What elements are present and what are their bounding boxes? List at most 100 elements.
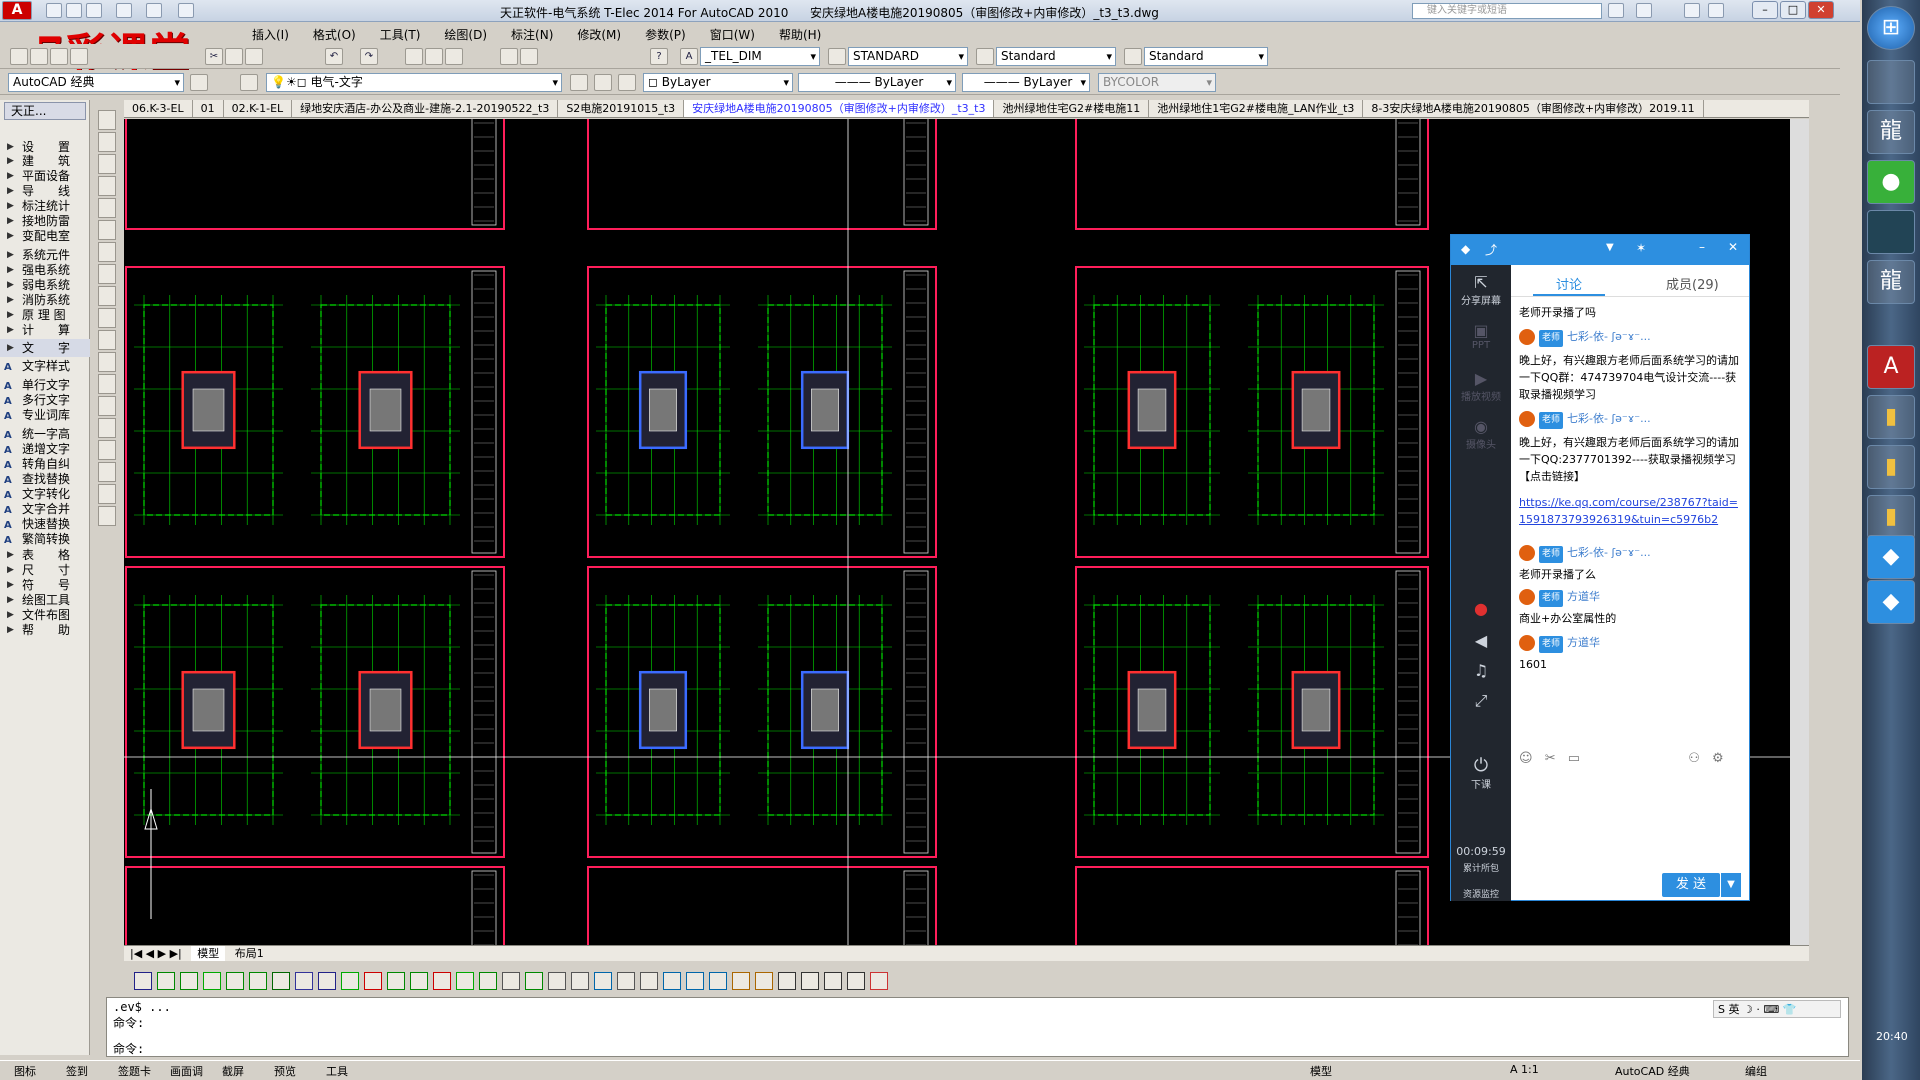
status-item[interactable]: 画面调 — [170, 1063, 203, 1079]
tangent-tool-icon[interactable] — [755, 972, 773, 990]
menu-parameters[interactable]: 参数(P) — [633, 23, 698, 46]
taskbar-app-1-icon[interactable] — [1867, 60, 1915, 104]
menu-help[interactable]: 帮助(H) — [767, 23, 833, 46]
status-item[interactable]: 工具 — [326, 1063, 348, 1079]
infocenter-icon[interactable] — [1636, 3, 1652, 18]
wechat-icon[interactable]: ● — [1867, 160, 1915, 204]
settings-icon[interactable]: ⚙ — [1712, 751, 1724, 766]
color-select[interactable]: ◻ ByLayer — [643, 73, 793, 92]
fullscreen-icon[interactable]: ⤢ — [1451, 691, 1511, 711]
tangent-tool-icon[interactable] — [778, 972, 796, 990]
sidebar-item-substation[interactable]: ▶ 变配电室 — [0, 227, 90, 245]
layer-select[interactable]: 💡☀◻ 电气-文字 — [266, 73, 562, 92]
camera-button[interactable]: ◉ 摄像头 — [1451, 417, 1511, 451]
doc-tab[interactable]: 8-3安庆绿地A楼电施20190805（审图修改+内审修改）2019.11 — [1363, 100, 1704, 117]
draw-block-icon[interactable] — [98, 374, 116, 394]
app-menu-icon[interactable]: A — [2, 1, 32, 20]
folder-icon-3[interactable]: ▮ — [1867, 495, 1915, 539]
draw-revcloud-icon[interactable] — [98, 264, 116, 284]
user-nickname[interactable]: 七彩-依- ʃə⁻ɤ⁻... — [1567, 412, 1651, 425]
tool-save-icon[interactable] — [50, 48, 68, 65]
tangent-tool-icon[interactable] — [134, 972, 152, 990]
draw-point-icon[interactable] — [98, 396, 116, 416]
scissors-icon[interactable]: ✂ — [1545, 751, 1556, 766]
chat-share-icon[interactable]: ⤴ — [1485, 241, 1497, 258]
menu-dimension[interactable]: 标注(N) — [499, 23, 565, 46]
end-class-button[interactable]: ⏻ 下课 — [1451, 755, 1511, 791]
tool-zoom-window-icon[interactable] — [445, 48, 463, 65]
tangent-tool-icon[interactable] — [180, 972, 198, 990]
menu-tools[interactable]: 工具(T) — [368, 23, 433, 46]
sidebar-item-dictionary[interactable]: A 专业词库 — [0, 406, 90, 424]
send-options-icon[interactable]: ▼ — [1721, 873, 1741, 897]
tangent-tool-icon[interactable] — [157, 972, 175, 990]
layer-state-icon[interactable] — [594, 74, 612, 91]
tangent-tool-icon[interactable] — [295, 972, 313, 990]
layout-nav-icon[interactable]: |◀ ◀ ▶ ▶| — [124, 946, 188, 961]
user-avatar[interactable] — [1519, 329, 1535, 345]
binoculars-icon[interactable] — [1608, 3, 1624, 18]
draw-ellipse-arc-icon[interactable] — [98, 330, 116, 350]
status-item[interactable]: 预览 — [274, 1063, 296, 1079]
linetype-select[interactable]: ——— ByLayer — [798, 73, 956, 92]
menu-insert[interactable]: 插入(I) — [240, 23, 301, 46]
tangent-tool-icon[interactable] — [801, 972, 819, 990]
tab-discussion[interactable]: 讨论 — [1556, 274, 1582, 293]
tangent-tool-icon[interactable] — [226, 972, 244, 990]
course-link[interactable]: https://ke.qq.com/course/238767?taid=159… — [1519, 496, 1738, 526]
table-style-select[interactable]: Standard — [996, 47, 1116, 66]
autocad-icon[interactable]: A — [1867, 345, 1915, 389]
text-style-icon[interactable]: A — [680, 48, 698, 65]
tool-cut-icon[interactable]: ✂ — [205, 48, 223, 65]
tool-help-icon[interactable]: ? — [650, 48, 668, 65]
chat-minimize-button[interactable]: – — [1699, 240, 1705, 254]
workspace-select[interactable]: AutoCAD 经典 — [8, 73, 184, 92]
minimize-button[interactable]: – — [1752, 1, 1778, 19]
draw-arc-icon[interactable] — [98, 220, 116, 240]
draw-mtext-icon[interactable] — [98, 506, 116, 526]
text-style-select[interactable]: STANDARD — [848, 47, 968, 66]
user-nickname[interactable]: 七彩-依- ʃə⁻ɤ⁻... — [1567, 546, 1651, 559]
doc-tab[interactable]: S2电施20191015_t3 — [558, 100, 685, 117]
tangent-tool-icon[interactable] — [686, 972, 704, 990]
undo-icon[interactable] — [116, 3, 132, 18]
tangent-tool-icon[interactable] — [617, 972, 635, 990]
image-icon[interactable]: ▭ — [1568, 751, 1580, 766]
layer-previous-icon[interactable] — [570, 74, 588, 91]
music-icon[interactable]: ♫ — [1451, 661, 1511, 680]
plot-icon[interactable] — [178, 3, 194, 18]
tangent-tool-icon[interactable] — [525, 972, 543, 990]
tangent-tool-icon[interactable] — [410, 972, 428, 990]
user-avatar[interactable] — [1519, 411, 1535, 427]
save-icon[interactable] — [86, 3, 102, 18]
share-screen-button[interactable]: ⇱ 分享屏幕 — [1451, 273, 1511, 307]
doc-tab[interactable]: 池州绿地住宅G2#楼电施11 — [994, 100, 1150, 117]
tool-paste-icon[interactable] — [245, 48, 263, 65]
folder-icon-2[interactable]: ▮ — [1867, 445, 1915, 489]
sidebar-header[interactable]: 天正... — [4, 102, 86, 120]
layer-manager-icon[interactable] — [240, 74, 258, 91]
menu-draw[interactable]: 绘图(D) — [432, 23, 499, 46]
mic-icon[interactable]: ● — [1451, 599, 1511, 618]
help-icon[interactable] — [1708, 3, 1724, 18]
close-button[interactable]: ✕ — [1808, 1, 1834, 19]
tangent-tool-icon[interactable] — [502, 972, 520, 990]
help-search-input[interactable]: 键入关键字或短语 — [1412, 3, 1602, 19]
doc-tab[interactable]: 安庆绿地A楼电施20190805（审图修改+内审修改）_t3_t3 — [684, 100, 995, 117]
ime-toolbar[interactable]: S 英 ☽ · ⌨ 👕 — [1713, 1000, 1841, 1018]
draw-ellipse-icon[interactable] — [98, 308, 116, 328]
sidebar-item-calculation[interactable]: ▶ 计 算 — [0, 321, 90, 339]
tool-copy-icon[interactable] — [225, 48, 243, 65]
new-icon[interactable] — [46, 3, 62, 18]
doc-tab[interactable]: 06.K-3-EL — [124, 100, 193, 117]
tangent-tool-icon[interactable] — [847, 972, 865, 990]
status-item[interactable]: 签到 — [66, 1063, 88, 1079]
users-icon[interactable]: ⚇ — [1688, 751, 1700, 766]
draw-gradient-icon[interactable] — [98, 440, 116, 460]
doc-tab[interactable]: 池州绿地住1宅G2#楼电施_LAN作业_t3 — [1149, 100, 1364, 117]
tangent-tool-icon[interactable] — [548, 972, 566, 990]
status-item[interactable]: 图标 — [14, 1063, 36, 1079]
tool-designcenter-icon[interactable] — [520, 48, 538, 65]
tangent-tool-icon[interactable] — [479, 972, 497, 990]
tangent-tool-icon[interactable] — [364, 972, 382, 990]
